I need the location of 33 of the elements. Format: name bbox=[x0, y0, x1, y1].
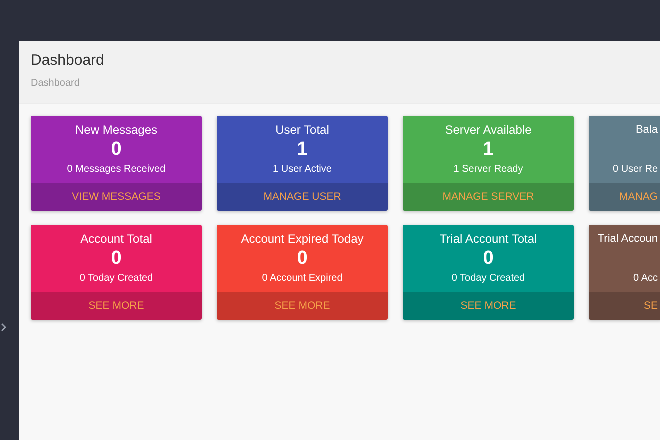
card-title: Trial Account Total bbox=[440, 232, 538, 246]
card-action-link[interactable]: SE bbox=[589, 292, 660, 320]
card-subtitle: 0 Today Created bbox=[80, 273, 154, 284]
card-subtitle: 0 Acc bbox=[634, 273, 659, 284]
card-title: Account Expired Today bbox=[241, 232, 364, 246]
card-title: Account Total bbox=[80, 232, 152, 246]
card-value: 1 bbox=[483, 139, 494, 161]
card-subtitle: 0 Today Created bbox=[452, 273, 526, 284]
page-title: Dashboard bbox=[31, 52, 106, 69]
card-title: New Messages bbox=[75, 123, 158, 137]
card-subtitle: 0 Messages Received bbox=[67, 164, 166, 175]
card-value: 0 bbox=[297, 248, 308, 270]
card-title: Bala bbox=[636, 124, 659, 136]
card-subtitle: 0 Account Expired bbox=[262, 273, 343, 284]
chevron-right-icon[interactable] bbox=[1, 323, 7, 332]
breadcrumb[interactable]: Dashboard bbox=[31, 78, 660, 89]
card-value: 0 bbox=[483, 248, 494, 270]
card-title: Server Available bbox=[445, 123, 532, 137]
card-action-link[interactable]: SEE MORE bbox=[31, 292, 202, 320]
card-title: User Total bbox=[276, 123, 330, 137]
card-subtitle: 1 User Active bbox=[273, 164, 332, 175]
card-action-link[interactable]: SEE MORE bbox=[403, 292, 574, 320]
card-title: Trial Accoun bbox=[598, 233, 659, 245]
card-action-link[interactable]: MANAG bbox=[589, 183, 660, 211]
card-subtitle: 1 Server Ready bbox=[454, 164, 524, 175]
card-value: 0 bbox=[111, 248, 122, 270]
card-action-link[interactable]: VIEW MESSAGES bbox=[31, 183, 202, 211]
card-action-link[interactable]: SEE MORE bbox=[217, 292, 388, 320]
card-value: 1 bbox=[297, 139, 308, 161]
card-value: 0 bbox=[111, 139, 122, 161]
card-action-link[interactable]: MANAGE USER bbox=[217, 183, 388, 211]
card-subtitle: 0 User Re bbox=[612, 164, 659, 175]
card-action-link[interactable]: MANAGE SERVER bbox=[403, 183, 574, 211]
